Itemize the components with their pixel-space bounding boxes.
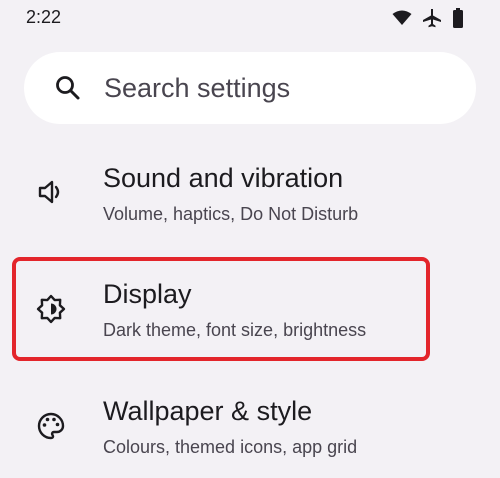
item-title: Sound and vibration — [103, 163, 344, 193]
item-title: Wallpaper & style — [103, 396, 313, 426]
item-title: Display — [103, 279, 192, 309]
palette-icon — [36, 411, 66, 441]
search-placeholder: Search settings — [104, 72, 291, 103]
item-subtitle: Colours, themed icons, app grid — [103, 437, 358, 457]
status-bar: 2:22 — [0, 0, 500, 36]
search-icon — [54, 74, 82, 102]
settings-item-wallpaper[interactable]: Wallpaper & style Colours, themed icons,… — [12, 374, 432, 478]
wifi-icon — [392, 10, 412, 26]
volume-icon — [36, 177, 66, 207]
item-subtitle: Volume, haptics, Do Not Disturb — [103, 204, 359, 224]
battery-icon — [452, 8, 464, 28]
search-bar[interactable]: Search settings — [24, 52, 476, 124]
brightness-icon — [36, 294, 66, 324]
item-subtitle: Dark theme, font size, brightness — [103, 320, 367, 340]
status-time: 2:22 — [26, 7, 62, 27]
airplane-mode-icon — [422, 8, 442, 28]
settings-item-sound[interactable]: Sound and vibration Volume, haptics, Do … — [12, 140, 432, 244]
settings-item-display[interactable]: Display Dark theme, font size, brightnes… — [12, 257, 432, 361]
status-icons — [392, 8, 464, 28]
